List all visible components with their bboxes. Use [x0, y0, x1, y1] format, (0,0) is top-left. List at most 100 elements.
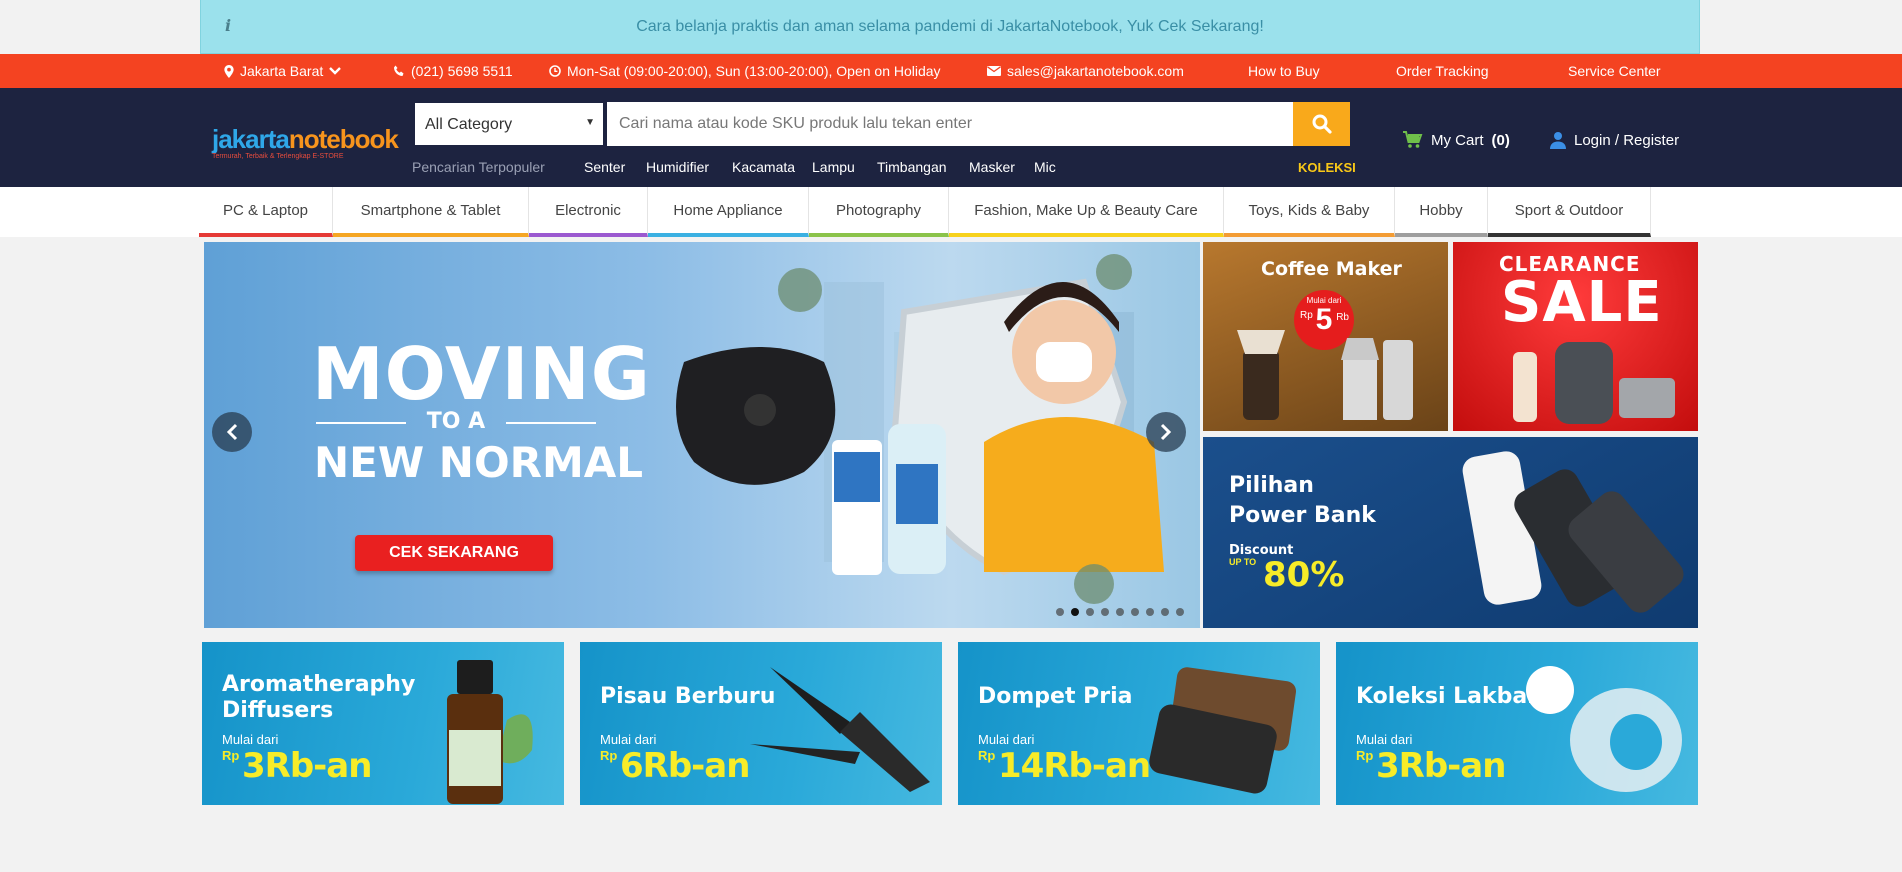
- tape-illustration: [1526, 666, 1682, 792]
- tab-pc-laptop[interactable]: PC & Laptop: [199, 187, 333, 237]
- promo-title: Aromatheraphy: [222, 672, 416, 697]
- promo-mulai: Mulai dari: [978, 732, 1035, 747]
- tab-home-appliance[interactable]: Home Appliance: [648, 187, 809, 237]
- clearance-sale-banner[interactable]: CLEARANCE SALE: [1453, 242, 1698, 431]
- order-tracking-link[interactable]: Order Tracking: [1396, 63, 1489, 79]
- power-bank-title-2: Power Bank: [1229, 503, 1376, 528]
- hero-illustration: [676, 254, 1164, 604]
- promo-koleksi-lakban[interactable]: Koleksi Lakban Mulai dari Rp 3Rb-an: [1336, 642, 1698, 805]
- cart-label: My Cart: [1431, 131, 1484, 149]
- carousel-dot[interactable]: [1056, 608, 1064, 616]
- cart-button[interactable]: My Cart (0): [1403, 131, 1510, 149]
- promo-rp: Rp: [222, 748, 240, 763]
- chevron-down-icon: [329, 67, 342, 75]
- user-icon: [1550, 132, 1566, 149]
- promo-title: Dompet Pria: [978, 684, 1133, 709]
- wallet-illustration: [1149, 667, 1296, 794]
- promo-mulai: Mulai dari: [600, 732, 657, 747]
- coffee-machine-illustration: [1237, 330, 1413, 420]
- search-input[interactable]: [607, 102, 1293, 146]
- promo-mulai: Mulai dari: [222, 732, 279, 747]
- promo-price: 3Rb-an: [1376, 746, 1506, 786]
- top-info-bar: Jakarta Barat (021) 5698 5511 Mon-Sat (0…: [0, 54, 1902, 88]
- carousel-dot[interactable]: [1176, 608, 1184, 616]
- login-label: Login / Register: [1574, 131, 1680, 149]
- store-hours: Mon-Sat (09:00-20:00), Sun (13:00-20:00)…: [549, 63, 941, 79]
- carousel-dot[interactable]: [1116, 608, 1124, 616]
- how-to-buy-link[interactable]: How to Buy: [1248, 63, 1320, 79]
- up-to-label: UP TO: [1229, 557, 1257, 567]
- cart-icon: [1403, 131, 1423, 148]
- search-button[interactable]: [1293, 102, 1350, 146]
- tab-hobby[interactable]: Hobby: [1395, 187, 1488, 237]
- knife-illustration: [750, 667, 930, 792]
- promo-price: 6Rb-an: [620, 746, 750, 786]
- promo-rp: Rp: [600, 748, 618, 763]
- coffee-maker-banner[interactable]: Coffee Maker Mulai dari Rp 5 Rb: [1203, 242, 1448, 431]
- tab-photography[interactable]: Photography: [809, 187, 949, 237]
- tab-sport-outdoor[interactable]: Sport & Outdoor: [1488, 187, 1651, 237]
- hero-headline-2: NEW NORMAL: [314, 438, 644, 487]
- popular-item-lampu[interactable]: Lampu: [812, 159, 855, 175]
- popular-search-label: Pencarian Terpopuler: [412, 159, 545, 175]
- carousel-dot[interactable]: [1071, 608, 1079, 616]
- phone-number: (021) 5698 5511: [411, 63, 513, 79]
- email-contact[interactable]: sales@jakartanotebook.com: [987, 63, 1184, 79]
- popular-item-senter[interactable]: Senter: [584, 159, 625, 175]
- promo-title: Koleksi Lakban: [1356, 684, 1543, 709]
- discount-value: 80%: [1263, 555, 1345, 595]
- location-selector[interactable]: Jakarta Barat: [224, 63, 342, 79]
- search-icon: [1312, 114, 1332, 134]
- notice-banner[interactable]: i Cara belanja praktis dan aman selama p…: [200, 0, 1700, 54]
- tab-fashion-beauty[interactable]: Fashion, Make Up & Beauty Care: [949, 187, 1224, 237]
- promo-aromatherapy[interactable]: Aromatheraphy Diffusers Mulai dari Rp 3R…: [202, 642, 564, 805]
- power-bank-banner[interactable]: Pilihan Power Bank Discount UP TO 80%: [1203, 437, 1698, 628]
- phone-icon: [394, 65, 404, 76]
- category-selected: All Category: [425, 116, 513, 133]
- carousel-dot[interactable]: [1146, 608, 1154, 616]
- site-logo[interactable]: jakartanotebook Termurah, Terbaik & Terl…: [212, 124, 399, 160]
- popular-item-mic[interactable]: Mic: [1034, 159, 1056, 175]
- location-label: Jakarta Barat: [240, 63, 324, 79]
- popular-item-kacamata[interactable]: Kacamata: [732, 159, 795, 175]
- carousel-prev-button[interactable]: [212, 412, 252, 452]
- dropdown-arrow-icon: ▼: [585, 117, 595, 128]
- hours-text: Mon-Sat (09:00-20:00), Sun (13:00-20:00)…: [567, 63, 941, 79]
- carousel-dot[interactable]: [1131, 608, 1139, 616]
- service-center-link[interactable]: Service Center: [1568, 63, 1661, 79]
- koleksi-link[interactable]: KOLEKSI: [1298, 160, 1356, 175]
- power-bank-illustration: [1462, 451, 1684, 613]
- carousel-next-button[interactable]: [1146, 412, 1186, 452]
- promo-price: 3Rb-an: [242, 746, 372, 786]
- power-bank-title-1: Pilihan: [1229, 473, 1314, 498]
- popular-item-timbangan[interactable]: Timbangan: [877, 159, 947, 175]
- tab-toys-kids-baby[interactable]: Toys, Kids & Baby: [1224, 187, 1395, 237]
- carousel-dots: [1056, 608, 1184, 616]
- popular-item-masker[interactable]: Masker: [969, 159, 1015, 175]
- promo-rp: Rp: [978, 748, 996, 763]
- tab-electronic[interactable]: Electronic: [529, 187, 648, 237]
- chevron-right-icon: [1160, 423, 1172, 441]
- phone-contact[interactable]: (021) 5698 5511: [393, 63, 513, 79]
- category-select[interactable]: All Category ▼: [413, 101, 605, 147]
- notice-message[interactable]: Cara belanja praktis dan aman selama pan…: [201, 18, 1699, 36]
- sale-products-illustration: [1513, 342, 1675, 424]
- carousel-dot[interactable]: [1086, 608, 1094, 616]
- site-header: jakartanotebook Termurah, Terbaik & Terl…: [0, 88, 1902, 187]
- cek-sekarang-button[interactable]: CEK SEKARANG: [355, 535, 553, 571]
- promo-rp: Rp: [1356, 748, 1374, 763]
- cart-count: (0): [1491, 131, 1510, 149]
- login-register-button[interactable]: Login / Register: [1550, 131, 1679, 149]
- popular-item-humidifier[interactable]: Humidifier: [646, 159, 709, 175]
- oil-bottle-illustration: [447, 660, 533, 804]
- promo-pisau-berburu[interactable]: Pisau Berburu Mulai dari Rp 6Rb-an: [580, 642, 942, 805]
- sale-title: SALE: [1501, 270, 1663, 335]
- carousel-dot[interactable]: [1101, 608, 1109, 616]
- promo-price: 14Rb-an: [998, 746, 1151, 786]
- hero-subheadline: TO A: [316, 409, 596, 434]
- tab-smartphone-tablet[interactable]: Smartphone & Tablet: [333, 187, 529, 237]
- promo-dompet-pria[interactable]: Dompet Pria Mulai dari Rp 14Rb-an: [958, 642, 1320, 805]
- hero-carousel[interactable]: MOVING TO A NEW NORMAL CEK SEKARANG: [204, 242, 1200, 628]
- promo-title-2: Diffusers: [222, 698, 334, 723]
- carousel-dot[interactable]: [1161, 608, 1169, 616]
